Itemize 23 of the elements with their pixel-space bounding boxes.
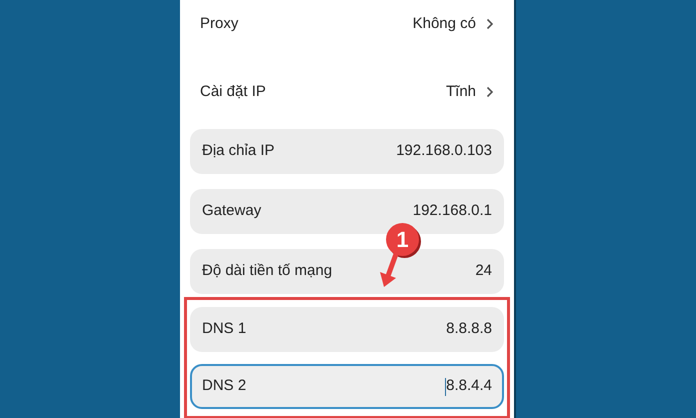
input-field[interactable]: DNS 2 8.8.4.4: [190, 364, 504, 409]
chevron-right-icon: [486, 18, 494, 30]
field-value: 8.8.4.4: [446, 376, 492, 396]
row-value: Không có: [412, 14, 476, 34]
field-value: 8.8.8.8: [446, 319, 492, 340]
field-label: Địa chỉa IP: [202, 141, 275, 162]
field-label: DNS 2: [202, 376, 246, 396]
chevron-right-icon: [486, 86, 494, 98]
field-value: 192.168.0.103: [396, 141, 492, 162]
field-label: DNS 1: [202, 319, 246, 340]
field-label: Độ dài tiền tố mạng: [202, 261, 332, 282]
field-label: Gateway: [202, 201, 262, 222]
settings-row[interactable]: Proxy Không có: [190, 2, 504, 46]
row-value: Tĩnh: [446, 82, 476, 102]
text-cursor-icon: [445, 378, 446, 396]
input-field[interactable]: Địa chỉa IP 192.168.0.103: [190, 129, 504, 174]
row-label: Proxy: [200, 14, 238, 34]
input-field[interactable]: DNS 1 8.8.8.8: [190, 307, 504, 352]
settings-row[interactable]: Cài đặt IP Tĩnh: [190, 70, 504, 114]
row-label: Cài đặt IP: [200, 82, 266, 102]
input-field[interactable]: Độ dài tiền tố mạng 24: [190, 249, 504, 294]
field-value: 24: [475, 261, 492, 282]
field-value: 192.168.0.1: [412, 201, 492, 222]
